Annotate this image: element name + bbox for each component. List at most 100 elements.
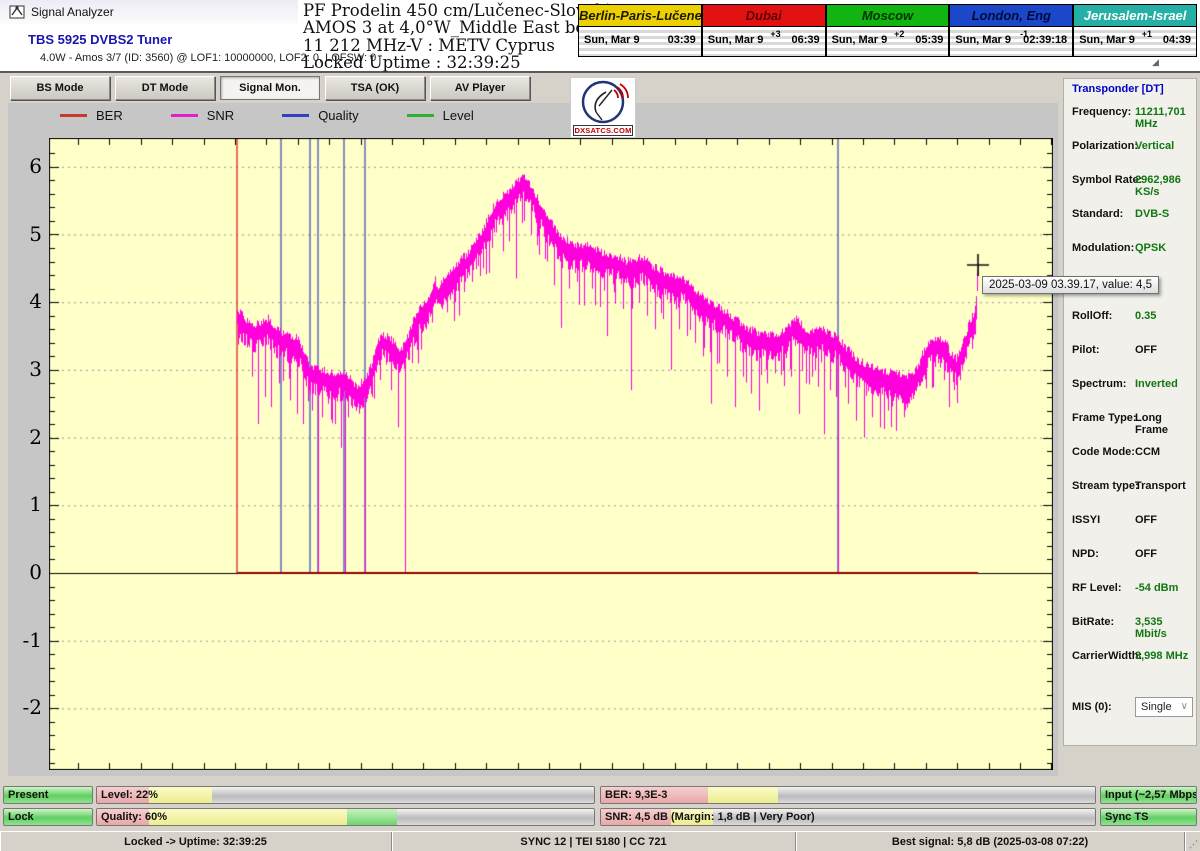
- field-label: ISSYI: [1072, 514, 1100, 526]
- clock-city-label: Moscow: [827, 5, 949, 27]
- annotation-line: Locked Uptime : 32:39:25: [303, 54, 620, 71]
- field-value: 3,535 Mbit/s: [1135, 616, 1192, 640]
- bar-label: Sync TS: [1105, 811, 1148, 823]
- legend-label-quality: Quality: [318, 108, 358, 123]
- tab-av-player[interactable]: AV Player: [430, 76, 530, 100]
- field-label: Pilot:: [1072, 344, 1100, 356]
- bar-label: Present: [8, 789, 48, 801]
- dxsatcs-logo: DXSATCS.COM: [570, 77, 636, 138]
- clock-body: Sun, Mar 9 +2 05:39: [827, 27, 949, 56]
- field-label: Standard:: [1072, 208, 1123, 220]
- legend-label-level: Level: [443, 108, 474, 123]
- mis-label: MIS (0):: [1072, 701, 1112, 713]
- field-label: Symbol Rate:: [1072, 174, 1142, 186]
- tab-tsa-ok-[interactable]: TSA (OK): [325, 76, 425, 100]
- y-tick-label: -2: [12, 695, 42, 719]
- signal-trend-plot[interactable]: [49, 138, 1053, 770]
- tab-signal-mon-[interactable]: Signal Mon.: [220, 76, 320, 100]
- signal-chart-panel: BERSNRQualityLevel -2-10123456: [8, 103, 1058, 776]
- satellite-dish-icon: [572, 78, 634, 124]
- clock-body: Sun, Mar 9 +1 04:39: [1074, 27, 1196, 56]
- y-tick-label: 2: [12, 425, 42, 449]
- legend-line-snr: [171, 114, 198, 117]
- clock-date: Sun, Mar 9: [584, 34, 640, 46]
- bar-ber: BER: 9,3E-3: [600, 786, 1096, 804]
- transponder-row-bitrate: BitRate: 3,535 Mbit/s: [1072, 616, 1192, 630]
- clock-time: 03:39: [668, 34, 696, 46]
- field-label: Code Mode:: [1072, 446, 1135, 458]
- resize-grip-icon[interactable]: ⋰: [1185, 832, 1200, 851]
- field-label: CarrierWidth:: [1072, 650, 1142, 662]
- statusbar-sync-tei-cc: SYNC 12 | TEI 5180 | CC 721: [392, 832, 796, 851]
- bar-sync-ts: Sync TS: [1100, 808, 1197, 826]
- annotation-line: 11 212 MHz-V : METV Cyprus: [303, 37, 620, 54]
- clock-utc-offset: +3: [770, 29, 780, 39]
- annotation-line: PF Prodelin 450 cm/Lučenec-Slovakia: [303, 2, 620, 19]
- clock-date: Sun, Mar 9: [1079, 34, 1135, 46]
- clock-city-label: London, Eng: [950, 5, 1072, 27]
- transponder-row-frametype: Frame Type: Long Frame: [1072, 412, 1192, 426]
- field-value: 11211,701 MHz: [1135, 106, 1192, 130]
- clock-city-label: Jerusalem-Israel: [1074, 5, 1196, 27]
- app-icon: [9, 4, 25, 20]
- clock-utc-offset: +2: [894, 29, 904, 39]
- clock-panel-grip-icon: ◢: [1152, 57, 1159, 68]
- field-value: Vertical: [1135, 140, 1174, 152]
- clock-date: Sun, Mar 9: [708, 34, 764, 46]
- clock-body: Sun, Mar 9 +3 06:39: [703, 27, 825, 56]
- statusbar-lock-uptime: Locked -> Uptime: 32:39:25: [0, 832, 392, 851]
- bar-lock: Lock: [3, 808, 93, 826]
- field-value: 3,998 MHz: [1135, 650, 1188, 662]
- logo-text: DXSATCS.COM: [573, 125, 633, 136]
- transponder-row-carrierwidth: CarrierWidth: 3,998 MHz: [1072, 650, 1192, 664]
- bar-snr: SNR: 4,5 dB (Margin: 1,8 dB | Very Poor): [600, 808, 1096, 826]
- mis-dropdown[interactable]: Single ∨: [1135, 697, 1193, 717]
- y-tick-label: 6: [12, 154, 42, 178]
- annotation-block: PF Prodelin 450 cm/Lučenec-Slovakia AMOS…: [303, 2, 620, 72]
- field-label: Stream type:: [1072, 480, 1139, 492]
- transponder-row-rflevel: RF Level: -54 dBm: [1072, 582, 1192, 596]
- legend-label-ber: BER: [96, 108, 123, 123]
- transponder-row-streamtype: Stream type: Transport: [1072, 480, 1192, 494]
- clock-time: 04:39: [1163, 34, 1191, 46]
- transponder-row-modulation: Modulation: QPSK: [1072, 242, 1192, 256]
- field-label: Frequency:: [1072, 106, 1131, 118]
- field-value: -54 dBm: [1135, 582, 1178, 594]
- clock-berlin-paris-lu-enec: Berlin-Paris-Lučenec Sun, Mar 9 03:39: [579, 5, 701, 56]
- transponder-panel-title: Transponder [DT]: [1072, 83, 1164, 95]
- annotation-line: AMOS 3 at 4,0°W_Middle East beam: [303, 19, 620, 36]
- legend-line-level: [407, 114, 434, 117]
- mis-dropdown-value: Single: [1141, 701, 1172, 713]
- clock-time: 02:39:18: [1023, 34, 1067, 46]
- tab-bs-mode[interactable]: BS Mode: [10, 76, 110, 100]
- top-header-band: Signal Analyzer TBS 5925 DVBS2 Tuner 4.0…: [0, 0, 1200, 73]
- bar-label: Quality: 60%: [101, 811, 167, 823]
- clock-date: Sun, Mar 9: [832, 34, 888, 46]
- bar-present: Present: [3, 786, 93, 804]
- cursor-tooltip: 2025-03-09 03.39.17, value: 4,5: [982, 276, 1159, 294]
- transponder-row-npd: NPD: OFF: [1072, 548, 1192, 562]
- field-value: CCM: [1135, 446, 1160, 458]
- y-tick-label: 1: [12, 492, 42, 516]
- transponder-row-frequency: Frequency: 11211,701 MHz: [1072, 106, 1192, 120]
- y-tick-label: 4: [12, 289, 42, 313]
- tab-dt-mode[interactable]: DT Mode: [115, 76, 215, 100]
- tuner-title: TBS 5925 DVBS2 Tuner: [28, 32, 172, 47]
- clock-jerusalem-israel: Jerusalem-Israel Sun, Mar 9 +1 04:39: [1074, 5, 1196, 56]
- field-value: QPSK: [1135, 242, 1166, 254]
- transponder-row-codemode: Code Mode: CCM: [1072, 446, 1192, 460]
- legend-line-quality: [282, 114, 309, 117]
- y-tick-label: 5: [12, 222, 42, 246]
- bar-quality: Quality: 60%: [96, 808, 595, 826]
- y-tick-label: 0: [12, 560, 42, 584]
- transponder-row-polarization: Polarization: Vertical: [1072, 140, 1192, 154]
- clock-time: 05:39: [915, 34, 943, 46]
- mode-tabs: BS ModeDT ModeSignal Mon.TSA (OK)AV Play…: [10, 76, 530, 100]
- bar-label: BER: 9,3E-3: [605, 789, 667, 801]
- y-tick-label: 3: [12, 357, 42, 381]
- field-label: RollOff:: [1072, 310, 1112, 322]
- clock-utc-offset: +1: [1142, 29, 1152, 39]
- bar-input-2-57-mbps-: Input (~2,57 Mbps): [1100, 786, 1197, 804]
- field-value: DVB-S: [1135, 208, 1169, 220]
- field-value: Long Frame: [1135, 412, 1192, 436]
